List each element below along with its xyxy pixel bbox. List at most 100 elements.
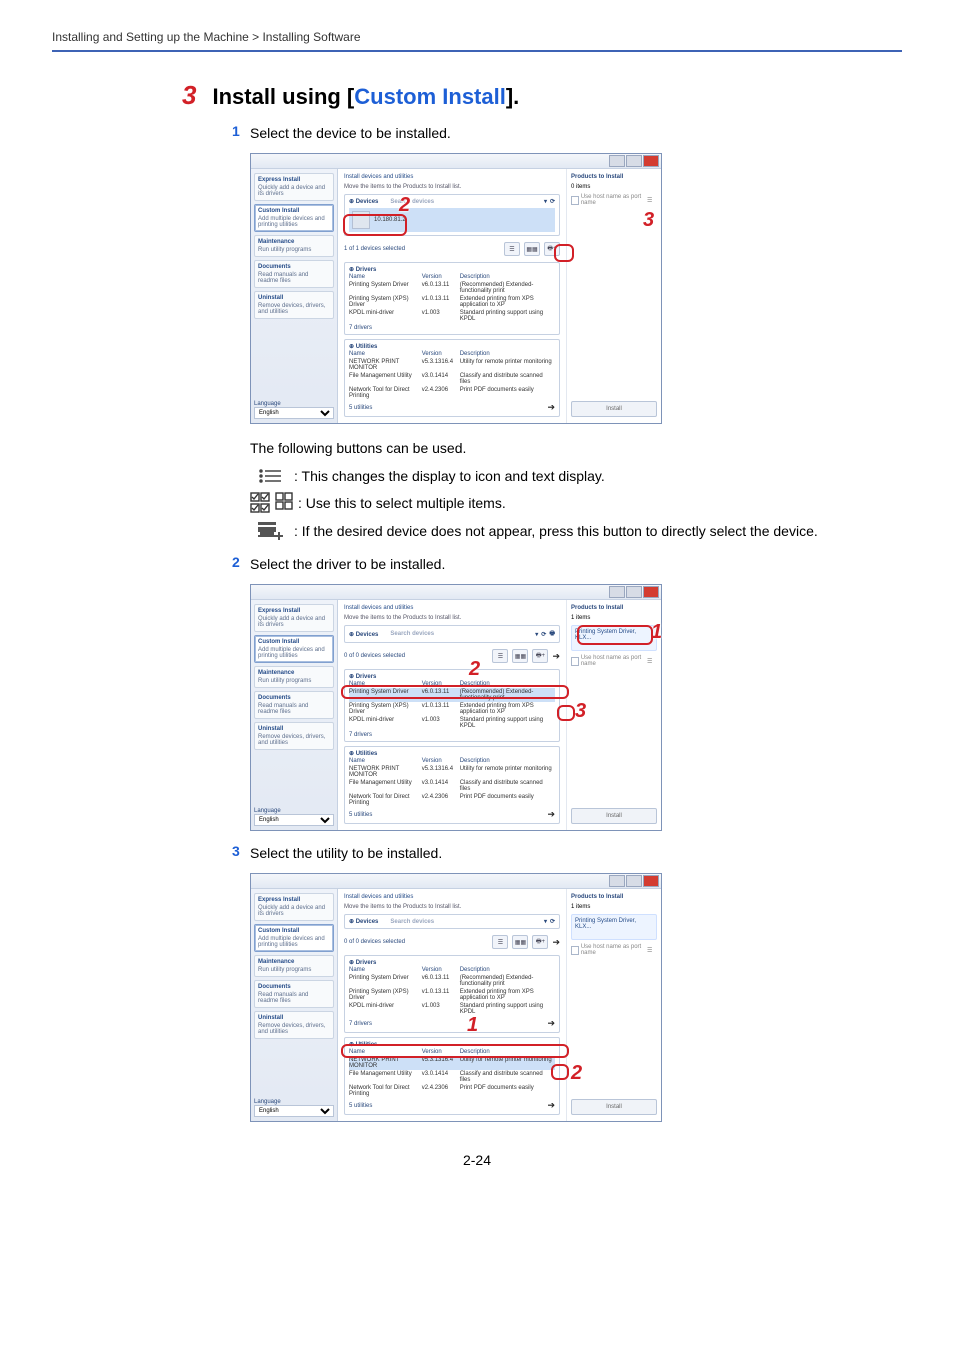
move-right-arrow[interactable]: ➔ <box>552 937 560 948</box>
driver-row[interactable]: Printing System (XPS) Driverv1.0.13.11Ex… <box>349 295 555 309</box>
sidebar-custom[interactable]: Custom InstallAdd multiple devices and p… <box>254 204 334 232</box>
move-right-arrow[interactable]: ➔ <box>552 651 560 662</box>
search-filter-button[interactable]: ▾ <box>535 631 538 638</box>
refresh-button[interactable]: ⟳ <box>550 198 555 205</box>
add-device-button[interactable]: 🖶 <box>549 629 555 639</box>
add-device-button-2[interactable]: 🖶+ <box>532 649 548 663</box>
edit-button[interactable]: ☰ <box>647 197 657 204</box>
host-name-checkbox[interactable]: Use host name as port name ☰ <box>571 944 657 956</box>
language-select[interactable]: English <box>254 1105 334 1117</box>
sidebar-uninstall[interactable]: UninstallRemove devices, drivers, and ut… <box>254 291 334 319</box>
sidebar-uninstall[interactable]: UninstallRemove devices, drivers, and ut… <box>254 722 334 750</box>
search-filter-button[interactable]: ▾ <box>544 198 547 205</box>
icon-add-desc: : If the desired device does not appear,… <box>294 521 818 541</box>
close-button[interactable] <box>643 586 659 598</box>
screenshot-1: Express InstallQuickly add a device and … <box>250 153 662 424</box>
sidebar-custom[interactable]: Custom InstallAdd multiple devices and p… <box>254 635 334 663</box>
maximize-button[interactable] <box>626 155 642 167</box>
driver-row[interactable]: KPDL mini-driverv1.003Standard printing … <box>349 716 555 730</box>
edit-button[interactable]: ☰ <box>647 947 657 954</box>
list-view-button[interactable]: ☰ <box>492 935 508 949</box>
main-subtitle: Move the items to the Products to Instal… <box>344 904 560 910</box>
driver-row[interactable]: KPDL mini-driverv1.003Standard printing … <box>349 1002 555 1016</box>
utilities-panel: ⊕ Utilities NameVersionDescription NETWO… <box>344 1037 560 1115</box>
move-right-arrow[interactable]: ➔ <box>547 402 555 413</box>
sidebar-maintenance[interactable]: MaintenanceRun utility programs <box>254 666 334 688</box>
multi-select-button[interactable]: ▦▦ <box>512 935 528 949</box>
driver-row[interactable]: Printing System (XPS) Driverv1.0.13.11Ex… <box>349 702 555 716</box>
add-device-button-2[interactable]: 🖶+ <box>532 935 548 949</box>
sidebar-documents[interactable]: DocumentsRead manuals and readme files <box>254 260 334 288</box>
sidebar-uninstall[interactable]: UninstallRemove devices, drivers, and ut… <box>254 1011 334 1039</box>
utility-row[interactable]: Network Tool for Direct Printingv2.4.230… <box>349 386 555 400</box>
install-button[interactable]: Install <box>571 808 657 824</box>
section-title-pre: Install using [ <box>212 84 354 109</box>
language-select[interactable]: English <box>254 814 334 826</box>
utility-row[interactable]: Network Tool for Direct Printingv2.4.230… <box>349 1084 555 1098</box>
driver-row[interactable]: Printing System Driverv6.0.13.11(Recomme… <box>349 974 555 988</box>
close-button[interactable] <box>643 875 659 887</box>
move-right-arrow[interactable]: ➔ <box>547 1018 555 1029</box>
search-input[interactable]: Search devices <box>387 631 532 637</box>
language-row: Language English <box>254 1093 334 1117</box>
install-button[interactable]: Install <box>571 401 657 417</box>
sidebar-express[interactable]: Express InstallQuickly add a device and … <box>254 604 334 632</box>
driver-row[interactable]: KPDL mini-driverv1.003Standard printing … <box>349 309 555 323</box>
search-input[interactable]: Search devices <box>387 919 541 925</box>
utility-row[interactable]: File Management Utilityv3.0.1414Classify… <box>349 779 555 793</box>
utility-row[interactable]: NETWORK PRINT MONITORv5.3.1316.4Utility … <box>349 1056 555 1070</box>
window-titlebar <box>251 874 661 889</box>
products-to-install: Products to Install 1 items Printing Sys… <box>566 889 661 1121</box>
maximize-button[interactable] <box>626 875 642 887</box>
drivers-count: 7 drivers <box>349 1021 372 1027</box>
refresh-button[interactable]: ⟳ <box>550 918 555 925</box>
list-view-button[interactable]: ☰ <box>492 649 508 663</box>
product-slot[interactable]: Printing System Driver, KLX... <box>571 914 657 940</box>
product-slot[interactable]: Printing System Driver, KLX... <box>571 625 657 651</box>
sidebar-documents[interactable]: DocumentsRead manuals and readme files <box>254 980 334 1008</box>
device-item[interactable]: 10.180.81.2 <box>349 208 555 232</box>
search-filter-button[interactable]: ▾ <box>544 918 547 925</box>
driver-row[interactable]: Printing System (XPS) Driverv1.0.13.11Ex… <box>349 988 555 1002</box>
sidebar-express[interactable]: Express InstallQuickly add a device and … <box>254 893 334 921</box>
list-view-button[interactable]: ☰ <box>504 242 520 256</box>
icon-multi-desc: : Use this to select multiple items. <box>298 493 506 513</box>
utility-row[interactable]: NETWORK PRINT MONITORv5.3.1316.4Utility … <box>349 358 555 372</box>
screenshot-2: Express InstallQuickly add a device and … <box>250 584 662 831</box>
sidebar-custom[interactable]: Custom InstallAdd multiple devices and p… <box>254 924 334 952</box>
minimize-button[interactable] <box>609 155 625 167</box>
add-device-button-2[interactable]: 🖶+ <box>544 242 560 256</box>
multi-select-button[interactable]: ▦▦ <box>524 242 540 256</box>
main-subtitle: Move the items to the Products to Instal… <box>344 615 560 621</box>
host-name-checkbox[interactable]: Use host name as port name ☰ <box>571 655 657 667</box>
utility-row[interactable]: NETWORK PRINT MONITORv5.3.1316.4Utility … <box>349 765 555 779</box>
search-input[interactable]: Search devices <box>387 199 541 205</box>
driver-row[interactable]: Printing System Driverv6.0.13.11(Recomme… <box>349 281 555 295</box>
minimize-button[interactable] <box>609 875 625 887</box>
section-number: 3 <box>182 80 196 111</box>
utility-row[interactable]: File Management Utilityv3.0.1414Classify… <box>349 1070 555 1084</box>
sidebar-express[interactable]: Express InstallQuickly add a device and … <box>254 173 334 201</box>
products-title: Products to Install <box>571 174 657 180</box>
sidebar-documents[interactable]: DocumentsRead manuals and readme files <box>254 691 334 719</box>
install-button[interactable]: Install <box>571 1099 657 1115</box>
utility-row[interactable]: File Management Utilityv3.0.1414Classify… <box>349 372 555 386</box>
minimize-button[interactable] <box>609 586 625 598</box>
driver-row[interactable]: Printing System Driverv6.0.13.11(Recomme… <box>349 688 555 702</box>
drivers-panel: ⊕ Drivers NameVersionDescription Printin… <box>344 955 560 1033</box>
edit-button[interactable]: ☰ <box>647 658 657 665</box>
close-button[interactable] <box>643 155 659 167</box>
language-select[interactable]: English <box>254 407 334 419</box>
maximize-button[interactable] <box>626 586 642 598</box>
host-name-checkbox[interactable]: Use host name as port name ☰ <box>571 194 657 206</box>
step-1: 1 Select the device to be installed. <box>232 123 862 143</box>
sidebar-maintenance[interactable]: MaintenanceRun utility programs <box>254 235 334 257</box>
refresh-button[interactable]: ⟳ <box>541 631 546 638</box>
utilities-count: 5 utilities <box>349 812 372 818</box>
sidebar-maintenance[interactable]: MaintenanceRun utility programs <box>254 955 334 977</box>
move-right-arrow[interactable]: ➔ <box>547 1100 555 1111</box>
multi-select-button[interactable]: ▦▦ <box>512 649 528 663</box>
devices-panel: ⊕ Devices Search devices ▾ ⟳ <box>344 914 560 929</box>
move-right-arrow[interactable]: ➔ <box>547 809 555 820</box>
utility-row[interactable]: Network Tool for Direct Printingv2.4.230… <box>349 793 555 807</box>
